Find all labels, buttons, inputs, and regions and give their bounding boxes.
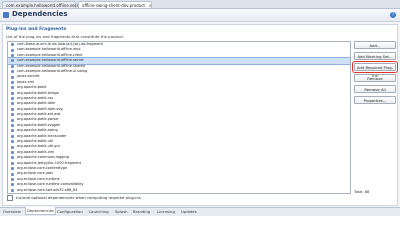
- plugin-icon: [11, 188, 14, 192]
- add-required-plugins-button[interactable]: Add Required Plug-ins: [352, 61, 398, 78]
- plugin-icon: [11, 124, 14, 128]
- editor-page-tabs: Overview Dependencies Configuration Laun…: [0, 207, 400, 216]
- plugin-icon: [11, 70, 14, 74]
- plugin-icon: [11, 161, 14, 165]
- plugin-label: org.apache.batik: [17, 85, 47, 90]
- total-count: Total: 88: [354, 190, 370, 194]
- tab-splash[interactable]: Splash: [114, 208, 129, 215]
- plugin-icon: [11, 102, 14, 106]
- tab-dependencies[interactable]: Dependencies: [25, 207, 57, 215]
- plugin-icon: [11, 59, 14, 63]
- remove-button[interactable]: Remove: [354, 74, 396, 82]
- tab-configuration[interactable]: Configuration: [56, 208, 84, 215]
- checkbox-label: Include optional dependencies when compu…: [16, 195, 141, 200]
- plugin-icon: [11, 48, 14, 52]
- plugins-section: Plug-ins and Fragments List of the plug-…: [2, 24, 398, 206]
- plugin-label: com.example.helloworld.offline.shared: [17, 63, 85, 68]
- plugin-label: org.apache.batik.xml: [17, 149, 55, 154]
- plugin-icon: [11, 183, 14, 187]
- plugin-icon: [11, 75, 14, 79]
- tab-overview[interactable]: Overview: [2, 208, 22, 215]
- remove-all-button[interactable]: Remove All: [354, 85, 396, 93]
- plugin-icon: [11, 151, 14, 154]
- tab-licensing[interactable]: Licensing: [156, 208, 176, 215]
- tab-launching[interactable]: Launching: [88, 208, 110, 215]
- close-icon[interactable]: ×: [148, 3, 151, 8]
- plugin-icon: [11, 91, 14, 95]
- optional-dependencies-row[interactable]: Include optional dependencies when compu…: [7, 194, 141, 201]
- plugin-icon: [11, 167, 14, 171]
- optional-dependencies-checkbox[interactable]: [7, 195, 13, 201]
- add-button[interactable]: Add...: [354, 41, 396, 49]
- plugin-label: org.eclipse.core.runtime.compatibility: [17, 182, 84, 187]
- plugin-label: org.apache.batik.css: [17, 95, 54, 100]
- plugin-icon: [11, 129, 14, 133]
- tab-updates[interactable]: Updates: [180, 208, 198, 215]
- plugin-icon: [11, 107, 14, 111]
- help-icon[interactable]: ?: [390, 12, 396, 18]
- editor-tab-label: offline-swing-client-dev.product: [82, 3, 145, 8]
- editor-tab-secret[interactable]: com.example.helloworld.offline.secret: [2, 1, 82, 8]
- plugin-label: org.apache.batik.util: [17, 139, 54, 144]
- plugin-label: org.apache.batik.dom.svg: [17, 106, 63, 111]
- section-description: List of the plug-ins and fragments that …: [6, 34, 125, 39]
- plugin-label: org.apache.commons.logging: [17, 155, 69, 160]
- plugin-label: com.ibase.io.xml.jk-ws.jaxb.jar(.jse)-ws…: [17, 42, 103, 46]
- editor-tab-bar: com.example.helloworld.offline.secret of…: [0, 0, 400, 9]
- plugin-icon: [11, 97, 14, 101]
- plugin-icon: [11, 43, 14, 47]
- page-title: Dependencies: [12, 10, 68, 18]
- page-header: Dependencies ?: [0, 9, 400, 22]
- properties-button[interactable]: Properties...: [354, 96, 396, 104]
- plugin-label: org.apache.batik.transcoder: [17, 133, 67, 138]
- plugin-list[interactable]: com.ibase.io.xml.jk-ws.jaxb.jar(.jse)-ws…: [7, 41, 351, 194]
- plugin-label: org.apache.jetty.jdbc.1000.fragment: [17, 160, 81, 165]
- plugin-icon: [11, 156, 14, 160]
- plugin-label: org.apache.batik.util.gui: [17, 144, 60, 149]
- plugin-label: com.example.helloworld.offline.impl: [17, 47, 81, 52]
- plugin-label: org.eclipse.core.runtime: [17, 176, 60, 181]
- plugin-label: org.eclipse.core.contenttype: [17, 165, 68, 170]
- plugin-icon: [11, 177, 14, 181]
- plugin-label: org.apache.batik.dom: [17, 101, 56, 106]
- plugin-icon: [11, 172, 14, 176]
- plugin-label: org.eclipse.core.jobs: [17, 171, 54, 176]
- plugin-label: org.apache.batik.bridge: [17, 90, 59, 95]
- plugin-label: org.apache.batik.parser: [17, 117, 59, 122]
- plugin-icon: [11, 134, 14, 138]
- plugin-label: org.apache.batik.ext.awt: [17, 112, 61, 117]
- product-editor: com.example.helloworld.offline.secret of…: [0, 0, 400, 216]
- plugin-label: javax.servlet: [17, 74, 40, 79]
- plugin-label: com.example.helloworld.offline.ui.swing: [17, 68, 88, 73]
- plugin-label: javax.xml: [17, 79, 34, 84]
- plugin-icon: [11, 145, 14, 149]
- plugin-icon: [11, 140, 14, 144]
- button-column: Add... Add Working Set... Add Required P…: [352, 41, 398, 107]
- plugin-icon: [11, 86, 14, 90]
- add-working-set-button[interactable]: Add Working Set...: [354, 52, 396, 60]
- plugin-label: org.eclipse.core.swt.win32.x86_64: [17, 187, 78, 192]
- dependencies-icon: [3, 12, 9, 18]
- plugin-icon: [11, 113, 14, 117]
- tab-branding[interactable]: Branding: [132, 208, 151, 215]
- plugin-label: com.example.helloworld.offline.client: [17, 52, 83, 57]
- plugin-icon: [11, 118, 14, 122]
- plugin-icon: [11, 53, 14, 57]
- plugin-icon: [11, 80, 14, 84]
- plugin-label: com.example.helloworld.offline.secret: [17, 58, 84, 63]
- plugin-label: org.apache.batik.swing: [17, 128, 58, 133]
- editor-tab-label: com.example.helloworld.offline.secret: [6, 3, 83, 8]
- plugin-label: org.apache.batik.svggen: [17, 122, 61, 127]
- section-title: Plug-ins and Fragments: [6, 27, 67, 32]
- editor-tab-product[interactable]: offline-swing-client-dev.product ×: [78, 1, 152, 8]
- plugin-icon: [11, 64, 14, 68]
